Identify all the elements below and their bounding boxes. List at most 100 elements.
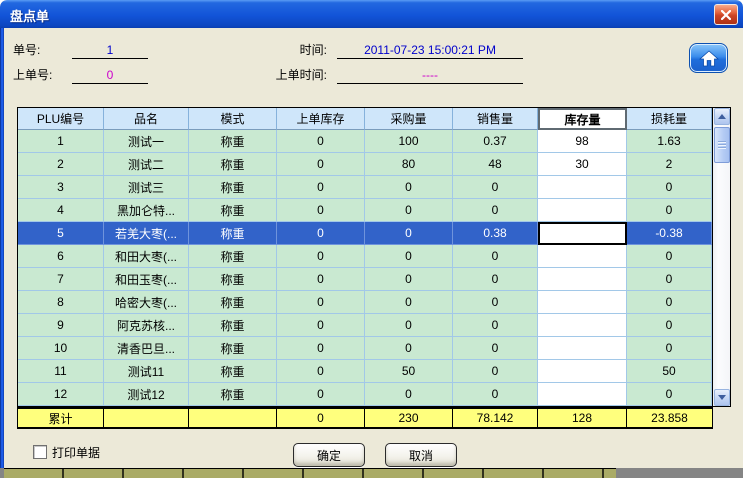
table-cell: 0 [453, 268, 538, 291]
table-row[interactable]: 6和田大枣(...称重0000 [18, 245, 712, 268]
table-cell: 测试一 [104, 130, 189, 153]
home-button[interactable] [689, 43, 728, 73]
table-row[interactable]: 7和田玉枣(...称重0000 [18, 268, 712, 291]
total-row: 累计023078.14212823.858 [17, 407, 713, 429]
table-cell: 0 [277, 130, 365, 153]
table-cell: 若羌大枣(... [104, 222, 189, 245]
time-label: 时间: [237, 42, 327, 58]
scroll-up-button[interactable] [714, 108, 730, 125]
table-row[interactable]: 3测试三称重0000 [18, 176, 712, 199]
stock-qty-cell[interactable] [538, 176, 627, 199]
inventory-table: PLU编号品名模式上单库存采购量销售量库存量损耗量1测试一称重01000.379… [17, 107, 731, 407]
table-cell: 0 [453, 199, 538, 222]
table-cell: 0 [277, 337, 365, 360]
table-cell: 黑加仑特... [104, 199, 189, 222]
ok-button[interactable]: 确定 [293, 443, 365, 467]
prev-time-label: 上单时间: [237, 67, 327, 83]
stock-qty-cell[interactable] [538, 314, 627, 337]
table-cell: 测试二 [104, 153, 189, 176]
table-cell: 4 [18, 199, 104, 222]
scrollbar-thumb[interactable] [714, 127, 730, 163]
table-cell: 0 [627, 337, 712, 360]
table-cell: 0 [277, 383, 365, 406]
thumb-grip-icon [718, 141, 726, 149]
table-cell: 0 [453, 383, 538, 406]
table-cell: 清香巴旦... [104, 337, 189, 360]
table-cell: 称重 [189, 360, 277, 383]
column-header: 销售量 [453, 108, 538, 130]
stock-qty-cell[interactable]: 30 [538, 153, 627, 176]
table-row[interactable]: 11测试11称重050050 [18, 360, 712, 383]
table-cell: 称重 [189, 222, 277, 245]
table-row[interactable]: 9阿克苏核...称重0000 [18, 314, 712, 337]
close-icon [721, 10, 731, 20]
stock-qty-cell[interactable] [538, 383, 627, 406]
prev-order-no-label: 上单号: [13, 67, 52, 83]
column-header: 模式 [189, 108, 277, 130]
table-cell: 0 [627, 245, 712, 268]
window-left-border [0, 28, 4, 478]
table-row[interactable]: 1测试一称重01000.37981.63 [18, 130, 712, 153]
table-cell: 50 [627, 360, 712, 383]
table-cell: 和田玉枣(... [104, 268, 189, 291]
background-window-table-edge [4, 468, 616, 478]
print-checkbox[interactable] [33, 445, 47, 459]
stock-qty-cell[interactable] [538, 291, 627, 314]
stock-qty-cell[interactable]: 98 [538, 130, 627, 153]
total-cell: 128 [538, 409, 627, 427]
table-cell: 80 [365, 153, 453, 176]
window-title: 盘点单 [10, 6, 49, 25]
table-cell: 称重 [189, 199, 277, 222]
table-header-row: PLU编号品名模式上单库存采购量销售量库存量损耗量 [18, 108, 712, 130]
table-cell: 0 [277, 314, 365, 337]
table-cell: 0 [365, 176, 453, 199]
cancel-button[interactable]: 取消 [385, 443, 457, 467]
table-cell: 1.63 [627, 130, 712, 153]
table-cell: 0 [277, 222, 365, 245]
table-cell: 0.37 [453, 130, 538, 153]
table-cell: 0 [365, 314, 453, 337]
table-cell: 和田大枣(... [104, 245, 189, 268]
table-row[interactable]: 10清香巴旦...称重0000 [18, 337, 712, 360]
table-cell: 8 [18, 291, 104, 314]
table-cell: 0.38 [453, 222, 538, 245]
order-no-value: 1 [72, 42, 148, 59]
stock-qty-cell[interactable] [538, 245, 627, 268]
scroll-down-button[interactable] [714, 389, 730, 406]
table-cell: 0 [453, 360, 538, 383]
table-cell: 6 [18, 245, 104, 268]
table-cell: 称重 [189, 245, 277, 268]
order-no-label: 单号: [13, 42, 40, 58]
stock-qty-cell[interactable] [538, 360, 627, 383]
table-row[interactable]: 4黑加仑特...称重0000 [18, 199, 712, 222]
table-cell: 0 [277, 153, 365, 176]
inventory-count-dialog: 盘点单 单号: 1 上单号: 0 时间: 2011-07-23 15:00:21… [0, 0, 743, 478]
stock-qty-cell[interactable] [538, 199, 627, 222]
total-cell [104, 409, 189, 427]
vertical-scrollbar[interactable] [712, 108, 730, 406]
stock-qty-cell[interactable] [538, 222, 627, 245]
column-header: 上单库存 [277, 108, 365, 130]
table-cell: 0 [627, 383, 712, 406]
table-cell: 称重 [189, 314, 277, 337]
total-cell: 230 [365, 409, 453, 427]
table-row[interactable]: 5若羌大枣(...称重000.38-0.38 [18, 222, 712, 245]
table-cell: 9 [18, 314, 104, 337]
table-cell: 测试12 [104, 383, 189, 406]
table-cell: 称重 [189, 153, 277, 176]
table-row[interactable]: 2测试二称重08048302 [18, 153, 712, 176]
table-cell: 0 [277, 268, 365, 291]
table-cell: 0 [453, 314, 538, 337]
table-cell: 1 [18, 130, 104, 153]
stock-qty-cell[interactable] [538, 268, 627, 291]
total-cell: 0 [277, 409, 365, 427]
stock-qty-cell[interactable] [538, 337, 627, 360]
table-row[interactable]: 8哈密大枣(...称重0000 [18, 291, 712, 314]
table-cell: 0 [365, 199, 453, 222]
close-button[interactable] [714, 4, 738, 25]
print-checkbox-label[interactable]: 打印单据 [52, 444, 100, 461]
total-cell: 23.858 [627, 409, 712, 427]
table-cell: 称重 [189, 383, 277, 406]
table-cell: 0 [453, 337, 538, 360]
table-row[interactable]: 12测试12称重0000 [18, 383, 712, 406]
